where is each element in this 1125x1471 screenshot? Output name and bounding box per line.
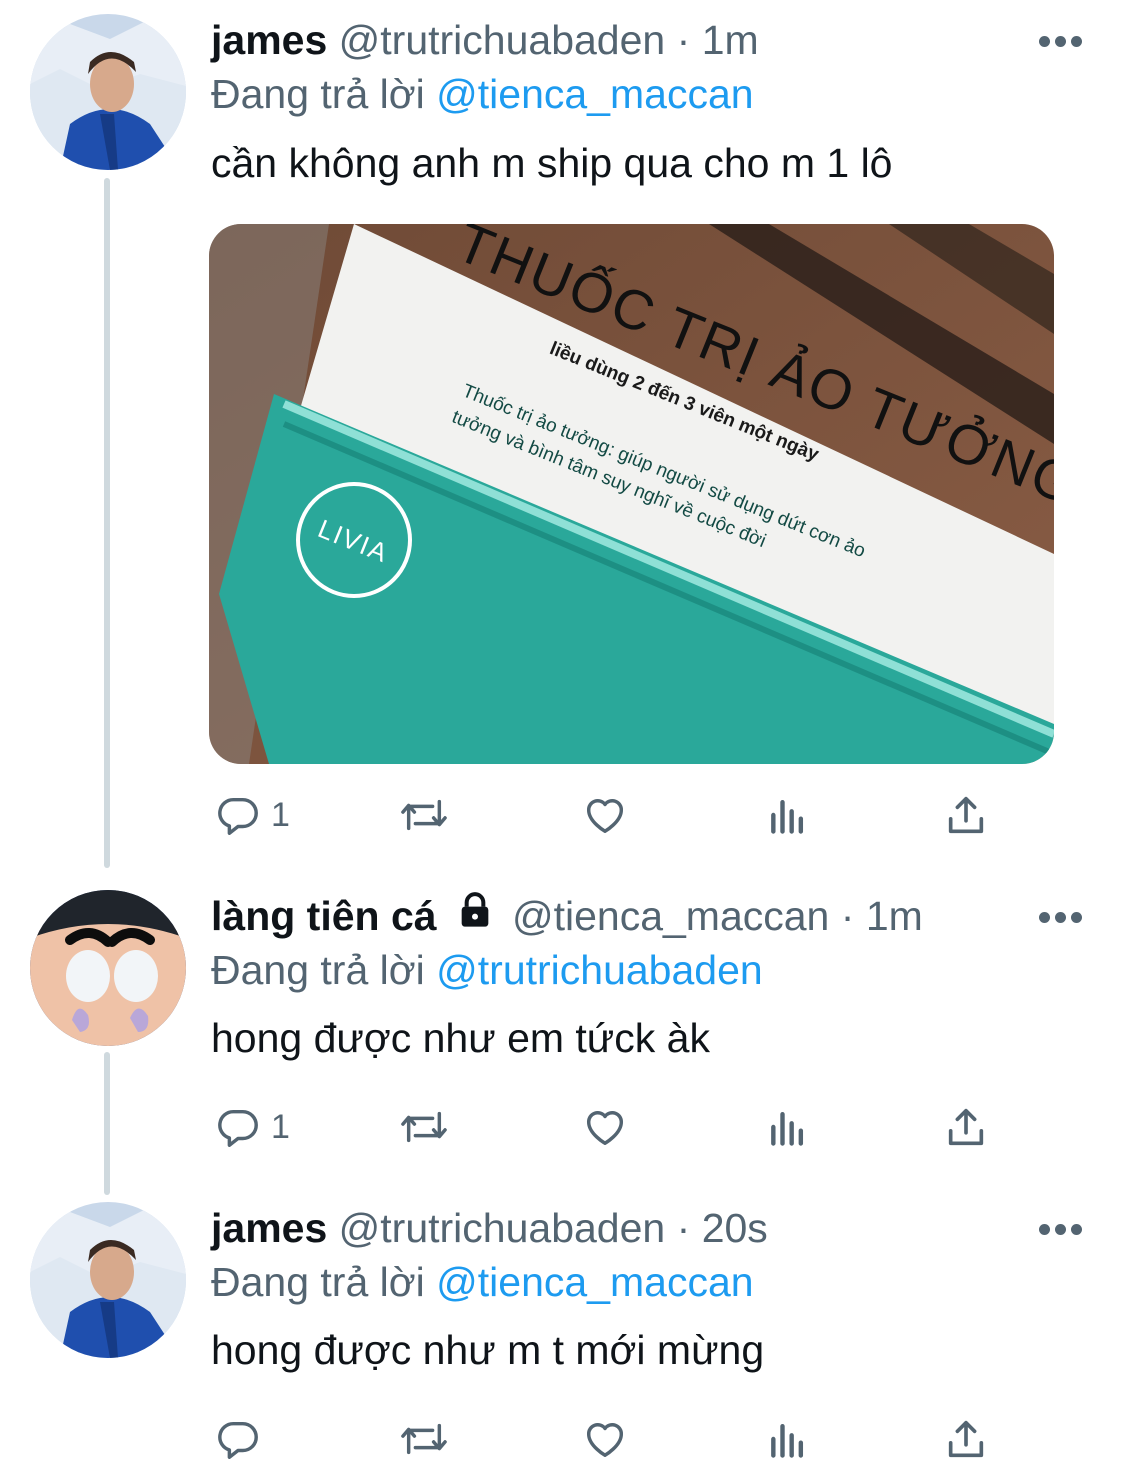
replying-to: Đang trả lời @tienca_maccan xyxy=(211,68,754,120)
reply-count: 1 xyxy=(271,1108,290,1146)
retweet-button[interactable] xyxy=(396,1414,452,1464)
cartoon-avatar xyxy=(30,890,186,1046)
person-photo-avatar xyxy=(30,1202,186,1358)
reply-button[interactable]: 1 xyxy=(215,1102,290,1152)
display-name[interactable]: làng tiên cá xyxy=(211,893,437,939)
timestamp[interactable]: 1m xyxy=(702,17,759,63)
reply-button[interactable] xyxy=(215,1414,271,1464)
heart-icon xyxy=(586,1423,624,1458)
analytics-button[interactable] xyxy=(766,790,810,840)
tweet-actions xyxy=(211,1414,1001,1464)
tweet-text: cần không anh m ship qua cho m 1 lô xyxy=(211,140,893,186)
retweet-button[interactable] xyxy=(396,790,452,840)
reply-count: 1 xyxy=(271,796,290,834)
replying-to-mention[interactable]: @tienca_maccan xyxy=(436,1259,753,1305)
tweet[interactable]: james @trutrichuabaden · 1m Đang trả lời… xyxy=(0,0,1125,870)
analytics-icon xyxy=(771,1423,804,1458)
retweet-icon xyxy=(401,1423,447,1455)
retweet-button[interactable] xyxy=(396,1102,452,1152)
more-icon[interactable] xyxy=(1039,912,1083,924)
more-icon[interactable] xyxy=(1039,1224,1083,1236)
reply-icon xyxy=(218,1421,258,1459)
replying-to-label: Đang trả lời xyxy=(211,1259,425,1305)
separator: · xyxy=(676,17,691,63)
tweet-media-image[interactable]: THUỐC TRỊ ẢO TƯỞNG liều dùng 2 đến 3 viê… xyxy=(209,224,1054,764)
replying-to-label: Đang trả lời xyxy=(211,71,425,117)
display-name[interactable]: james xyxy=(211,17,327,63)
tweet-header: làng tiên cá @tienca_maccan · 1m xyxy=(211,890,923,942)
separator: · xyxy=(676,1205,691,1251)
replying-to-label: Đang trả lời xyxy=(211,947,425,993)
analytics-button[interactable] xyxy=(766,1102,810,1152)
separator: · xyxy=(840,893,855,939)
lock-icon xyxy=(455,890,495,942)
like-button[interactable] xyxy=(581,1102,629,1152)
analytics-button[interactable] xyxy=(766,1414,810,1464)
share-icon xyxy=(948,1108,984,1146)
tweet-header: james @trutrichuabaden · 20s xyxy=(211,1202,768,1254)
username[interactable]: @trutrichuabaden xyxy=(339,17,666,63)
tweet-actions: 1 xyxy=(211,1102,1001,1152)
display-name[interactable]: james xyxy=(211,1205,327,1251)
like-button[interactable] xyxy=(581,1414,629,1464)
tweet-actions: 1 xyxy=(211,790,1001,840)
timestamp[interactable]: 1m xyxy=(866,893,923,939)
tweet-text: hong được như em tứck àk xyxy=(211,1015,710,1061)
timestamp[interactable]: 20s xyxy=(702,1205,768,1251)
share-icon xyxy=(948,1420,984,1458)
avatar[interactable] xyxy=(30,890,186,1046)
more-icon[interactable] xyxy=(1039,36,1083,48)
username[interactable]: @tienca_maccan xyxy=(512,893,829,939)
tweet[interactable]: james @trutrichuabaden · 20s Đang trả lờ… xyxy=(0,1188,1125,1471)
share-button[interactable] xyxy=(943,1414,989,1464)
tweet[interactable]: làng tiên cá @tienca_maccan · 1m Đang tr… xyxy=(0,876,1125,1186)
avatar[interactable] xyxy=(30,1202,186,1358)
reply-icon xyxy=(218,797,258,835)
reply-button[interactable]: 1 xyxy=(215,790,290,840)
like-button[interactable] xyxy=(581,790,629,840)
heart-icon xyxy=(586,799,624,834)
tweet-header: james @trutrichuabaden · 1m xyxy=(211,14,759,66)
username[interactable]: @trutrichuabaden xyxy=(339,1205,666,1251)
replying-to-mention[interactable]: @tienca_maccan xyxy=(436,71,753,117)
analytics-icon xyxy=(771,799,804,834)
retweet-icon xyxy=(401,799,447,831)
tweet-text: hong được như m t mới mừng xyxy=(211,1327,765,1373)
retweet-icon xyxy=(401,1111,447,1143)
avatar[interactable] xyxy=(30,14,186,170)
share-button[interactable] xyxy=(943,1102,989,1152)
share-icon xyxy=(948,796,984,834)
heart-icon xyxy=(586,1111,624,1146)
replying-to-mention[interactable]: @trutrichuabaden xyxy=(436,947,763,993)
replying-to: Đang trả lời @tienca_maccan xyxy=(211,1256,754,1308)
share-button[interactable] xyxy=(943,790,989,840)
person-photo-avatar xyxy=(30,14,186,170)
replying-to: Đang trả lời @trutrichuabaden xyxy=(211,944,763,996)
reply-icon xyxy=(218,1109,258,1147)
analytics-icon xyxy=(771,1111,804,1146)
